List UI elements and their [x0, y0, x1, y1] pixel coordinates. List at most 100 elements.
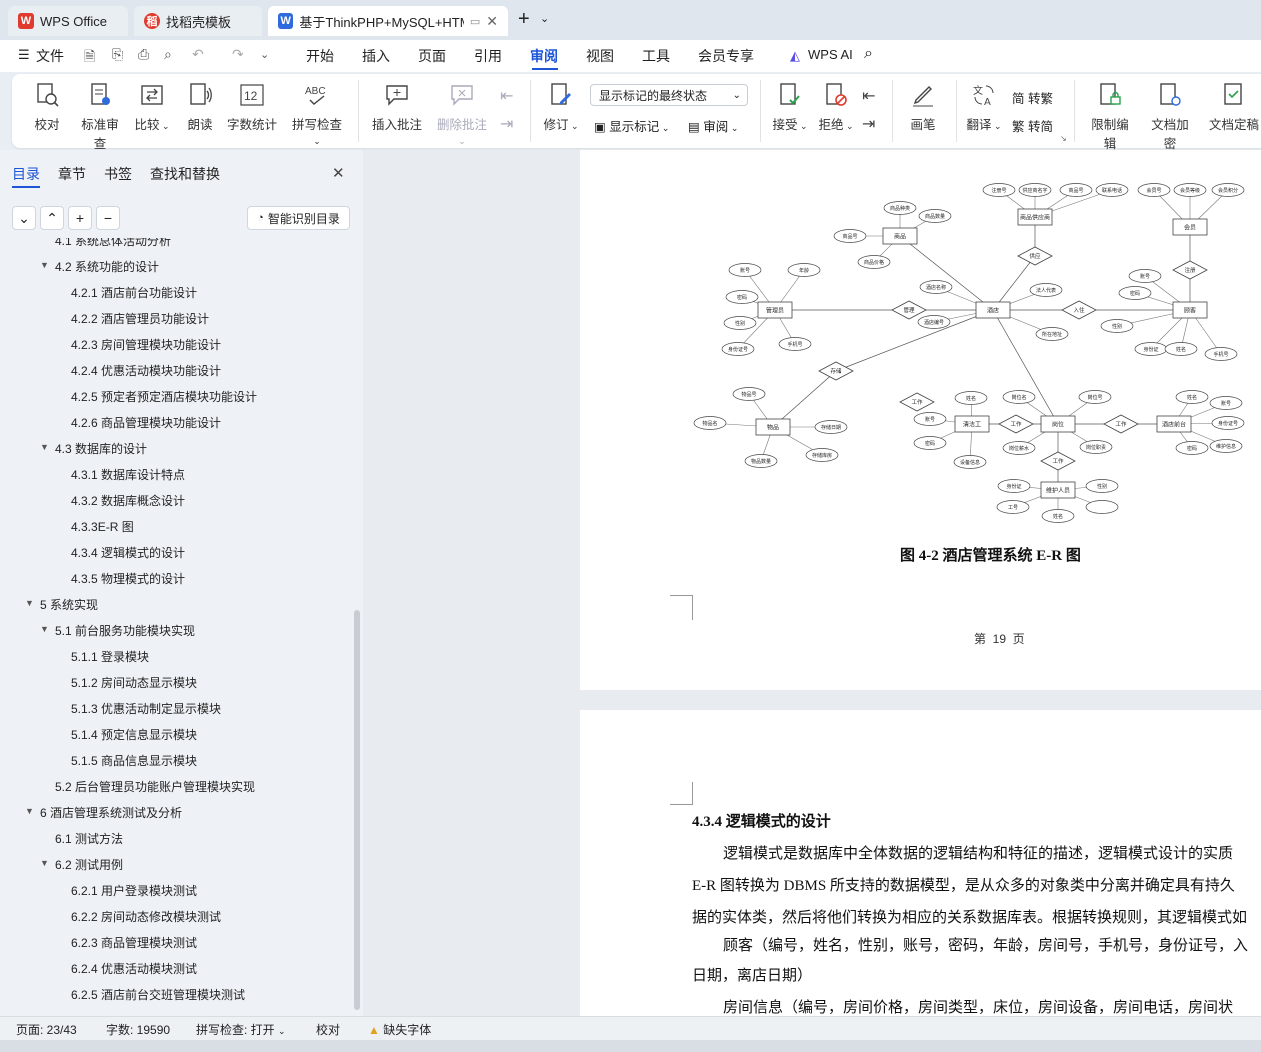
nav-tab-chapters[interactable]: 章节	[58, 164, 86, 184]
toc-item[interactable]: 4.1 系统总体活动分析	[55, 238, 171, 249]
menu-page[interactable]: 页面	[418, 46, 446, 66]
menu-insert[interactable]: 插入	[362, 46, 390, 66]
show-markup-button[interactable]: ▣ 显示标记 ⌄	[594, 116, 669, 135]
toc-item[interactable]: 5.2 后台管理员功能账户管理模块实现	[55, 778, 255, 795]
tab-document[interactable]: W 基于ThinkPHP+MySQL+HTM ▭ ✕	[268, 6, 508, 36]
print-preview-icon[interactable]: ⌕	[164, 46, 172, 63]
toc-item[interactable]: 4.2.5 预定者预定酒店模块功能设计	[71, 388, 257, 405]
nav-tab-toc[interactable]: 目录	[12, 164, 40, 184]
toc-item[interactable]: 4.2 系统功能的设计	[55, 258, 159, 275]
menu-review[interactable]: 审阅	[530, 46, 558, 66]
toc-item[interactable]: 5 系统实现	[40, 596, 98, 613]
spell-check-button[interactable]: ABC 拼写检查 ⌄	[288, 82, 346, 147]
accept-button[interactable]: 接受 ⌄	[772, 82, 808, 133]
remove-heading-icon[interactable]: −	[96, 206, 120, 230]
proofread-button[interactable]: 校对	[34, 82, 60, 133]
toc-item[interactable]: 5.1.2 房间动态显示模块	[71, 674, 197, 691]
proofread-indicator[interactable]: 校对	[316, 1021, 340, 1038]
toc-item[interactable]: 4.2.6 商品管理模块功能设计	[71, 414, 221, 431]
restrict-edit-button[interactable]: 限制编辑	[1086, 82, 1134, 152]
save-icon[interactable]: 🗎	[84, 46, 95, 70]
close-icon[interactable]: ✕	[486, 13, 498, 30]
toc-item[interactable]: 6.2.5 酒店前台交班管理模块测试	[71, 986, 245, 1003]
export-icon[interactable]: ⎘	[112, 46, 123, 63]
tab-wps-office[interactable]: W WPS Office	[8, 6, 128, 36]
toc-item[interactable]: 4.3 数据库的设计	[55, 440, 147, 457]
toc-expand-arrow-icon[interactable]: ▼	[25, 806, 34, 816]
toc-item[interactable]: 5.1.3 优惠活动制定显示模块	[71, 700, 221, 717]
toc-item[interactable]: 4.2.4 优惠活动模块功能设计	[71, 362, 221, 379]
monitor-icon[interactable]: ▭	[470, 15, 480, 28]
menu-member[interactable]: 会员专享	[698, 46, 754, 66]
collapse-icon[interactable]: ⌄	[12, 206, 36, 230]
toc-item[interactable]: 4.2.3 房间管理模块功能设计	[71, 336, 221, 353]
toc-item[interactable]: 5.1.1 登录模块	[71, 648, 149, 665]
standard-review-button[interactable]: 标准审查	[76, 82, 124, 152]
wps-ai-button[interactable]: WPS AI	[808, 47, 853, 62]
toc-item[interactable]: 4.3.2 数据库概念设计	[71, 492, 185, 509]
next-revision-icon[interactable]: ⇥	[862, 114, 875, 134]
toc-item[interactable]: 6.2.4 优惠活动模块测试	[71, 960, 197, 977]
menu-tools[interactable]: 工具	[642, 46, 670, 66]
print-icon[interactable]: ⎙	[138, 46, 149, 63]
smart-toc-button[interactable]: ◔ 智能识别目录	[247, 206, 350, 230]
close-pane-icon[interactable]: ✕	[332, 164, 345, 182]
toc-item[interactable]: 4.3.4 逻辑模式的设计	[71, 544, 185, 561]
prev-comment-icon[interactable]: ⇤	[500, 86, 513, 106]
tab-docer[interactable]: 稻 找稻壳模板	[134, 6, 262, 36]
doc-encrypt-button[interactable]: 文档加密	[1146, 82, 1194, 152]
display-state-select[interactable]: 显示标记的最终状态 ⌄	[590, 84, 748, 106]
toc-expand-arrow-icon[interactable]: ▼	[40, 624, 49, 634]
toc-item[interactable]: 6.2.2 房间动态修改模块测试	[71, 908, 221, 925]
toc-item[interactable]: 6.2 测试用例	[55, 856, 123, 873]
redo-icon[interactable]: ↷	[232, 46, 244, 63]
expand-icon[interactable]: ↘	[1060, 134, 1067, 143]
spell-check-indicator[interactable]: 拼写检查: 打开 ⌄	[196, 1021, 286, 1038]
to-traditional-button[interactable]: 简 转繁	[1012, 88, 1053, 107]
word-count-indicator[interactable]: 字数: 19590	[106, 1021, 170, 1038]
missing-font-indicator[interactable]: ▲ 缺失字体	[368, 1021, 431, 1038]
revise-button[interactable]: 修订 ⌄	[542, 82, 580, 133]
toc-expand-arrow-icon[interactable]: ▼	[40, 260, 49, 270]
menu-start[interactable]: 开始	[306, 46, 334, 66]
pen-button[interactable]: 画笔	[908, 82, 938, 133]
menu-reference[interactable]: 引用	[474, 46, 502, 66]
expand-up-icon[interactable]: ⌃	[40, 206, 64, 230]
toc-item[interactable]: 4.2.2 酒店管理员功能设计	[71, 310, 209, 327]
prev-revision-icon[interactable]: ⇤	[862, 86, 875, 106]
review-pane-button[interactable]: ▤ 审阅 ⌄	[688, 116, 738, 135]
toc-expand-arrow-icon[interactable]: ▼	[40, 858, 49, 868]
nav-tab-bookmarks[interactable]: 书签	[104, 164, 132, 184]
hamburger-icon[interactable]: ☰	[18, 47, 30, 63]
insert-comment-button[interactable]: 插入批注	[372, 82, 422, 133]
nav-tab-find-replace[interactable]: 查找和替换	[150, 164, 220, 184]
toc-item[interactable]: 6 酒店管理系统测试及分析	[40, 804, 182, 821]
toc-item[interactable]: 6.2.3 商品管理模块测试	[71, 934, 197, 951]
search-icon[interactable]: ⌕	[864, 45, 873, 63]
delete-comment-button[interactable]: 删除批注 ⌄	[432, 82, 492, 147]
toc-item[interactable]: 5.1.5 商品信息显示模块	[71, 752, 197, 769]
wps-ai-icon[interactable]: ◭	[790, 48, 800, 64]
toc-item[interactable]: 4.3.3E-R 图	[71, 518, 134, 535]
toc-scrollbar[interactable]	[354, 610, 360, 1010]
reject-button[interactable]: 拒绝 ⌄	[818, 82, 854, 133]
word-count-button[interactable]: 12 字数统计	[226, 82, 278, 133]
toc-item[interactable]: 4.2.1 酒店前台功能设计	[71, 284, 197, 301]
new-tab-icon[interactable]: +	[518, 8, 530, 31]
add-heading-icon[interactable]: +	[68, 206, 92, 230]
toc-expand-arrow-icon[interactable]: ▼	[25, 598, 34, 608]
toc-item[interactable]: 5.1 前台服务功能模块实现	[55, 622, 195, 639]
toc-item[interactable]: 6.1 测试方法	[55, 830, 123, 847]
file-menu[interactable]: 文件	[36, 46, 64, 66]
chevron-down-icon[interactable]: ⌄	[540, 12, 549, 25]
toc-expand-arrow-icon[interactable]: ▼	[40, 442, 49, 452]
translate-button[interactable]: 文A 翻译 ⌄	[966, 82, 1002, 133]
compare-button[interactable]: 比较 ⌄	[134, 82, 170, 133]
toc-item[interactable]: 6.2.1 用户登录模块测试	[71, 882, 197, 899]
next-comment-icon[interactable]: ⇥	[500, 114, 513, 134]
toc-item[interactable]: 5.1.4 预定信息显示模块	[71, 726, 197, 743]
more-icon[interactable]: ⌄	[260, 48, 269, 61]
undo-icon[interactable]: ↶	[192, 46, 204, 63]
doc-finalize-button[interactable]: 文档定稿	[1206, 82, 1261, 133]
page-indicator[interactable]: 页面: 23/43	[16, 1021, 77, 1038]
